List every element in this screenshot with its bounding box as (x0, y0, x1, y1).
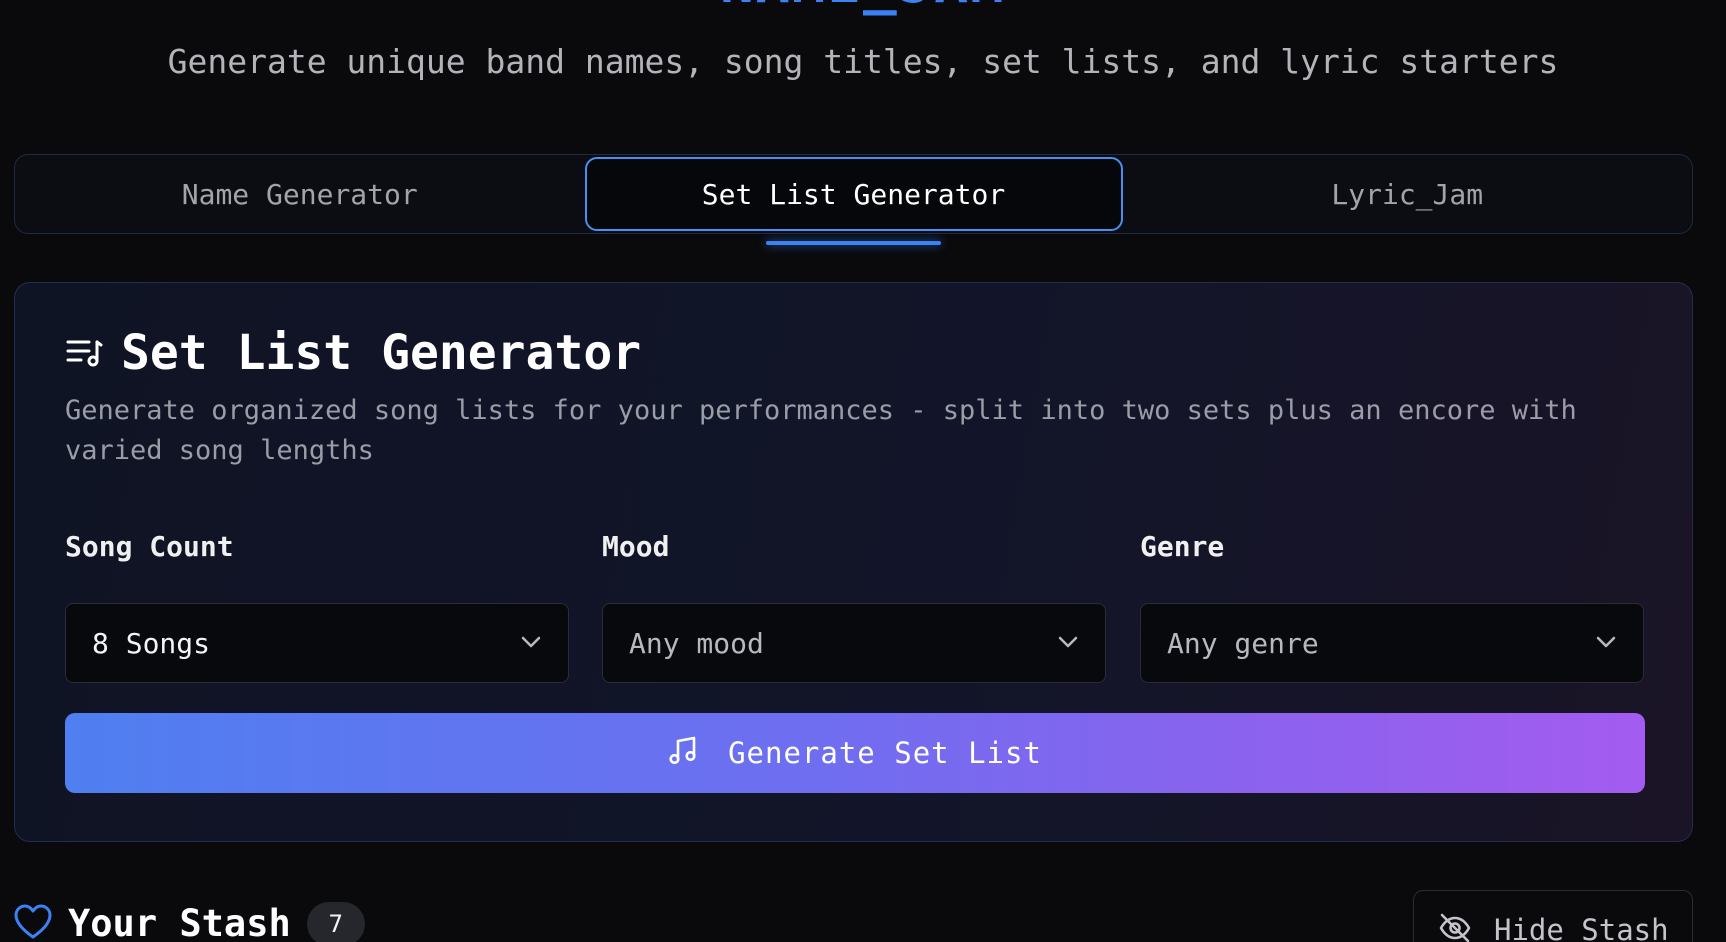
generate-button-label: Generate Set List (728, 736, 1042, 770)
mood-value: Any mood (629, 626, 764, 660)
mood-select[interactable]: Any mood (602, 603, 1106, 683)
list-music-icon (65, 337, 103, 369)
genre-label: Genre (1140, 530, 1225, 563)
stash-header: Your Stash 7 (14, 902, 365, 942)
card-header: Set List Generator (65, 325, 641, 381)
hide-stash-label: Hide Stash (1494, 913, 1669, 942)
page: NAME_JAM Generate unique band names, son… (0, 0, 1726, 942)
mood-label: Mood (602, 530, 670, 563)
tab-name-generator[interactable]: Name Generator (15, 155, 585, 233)
stash-count-badge: 7 (306, 902, 365, 942)
tab-lyric-jam[interactable]: Lyric_Jam (1123, 155, 1693, 233)
song-count-label: Song Count (65, 530, 234, 563)
tab-bar: Name Generator Set List Generator Lyric_… (14, 154, 1693, 234)
song-count-value: 8 Songs (92, 626, 211, 660)
genre-field: Genre Any genre (1140, 527, 1644, 683)
app-title: NAME_JAM (0, 0, 1726, 12)
genre-select[interactable]: Any genre (1140, 603, 1644, 683)
card-title: Set List Generator (121, 325, 642, 381)
heart-icon (14, 904, 52, 942)
hide-stash-button[interactable]: Hide Stash (1413, 890, 1693, 942)
app-subtitle: Generate unique band names, song titles,… (167, 42, 1559, 81)
song-count-select[interactable]: 8 Songs (65, 603, 569, 683)
eye-off-icon (1438, 913, 1472, 942)
music-note-icon (668, 736, 698, 770)
active-tab-indicator (766, 241, 941, 245)
chevron-down-icon (1595, 634, 1617, 653)
tab-set-list-generator[interactable]: Set List Generator (584, 157, 1123, 231)
card-description: Generate organized song lists for your p… (65, 395, 1577, 466)
chevron-down-icon (520, 634, 542, 653)
genre-value: Any genre (1167, 626, 1319, 660)
song-count-field: Song Count 8 Songs (65, 527, 569, 683)
stash-title: Your Stash (68, 902, 291, 942)
mood-field: Mood Any mood (602, 527, 1106, 683)
generate-set-list-button[interactable]: Generate Set List (65, 713, 1645, 793)
set-list-generator-card: Set List Generator Generate organized so… (14, 282, 1693, 842)
chevron-down-icon (1057, 634, 1079, 653)
